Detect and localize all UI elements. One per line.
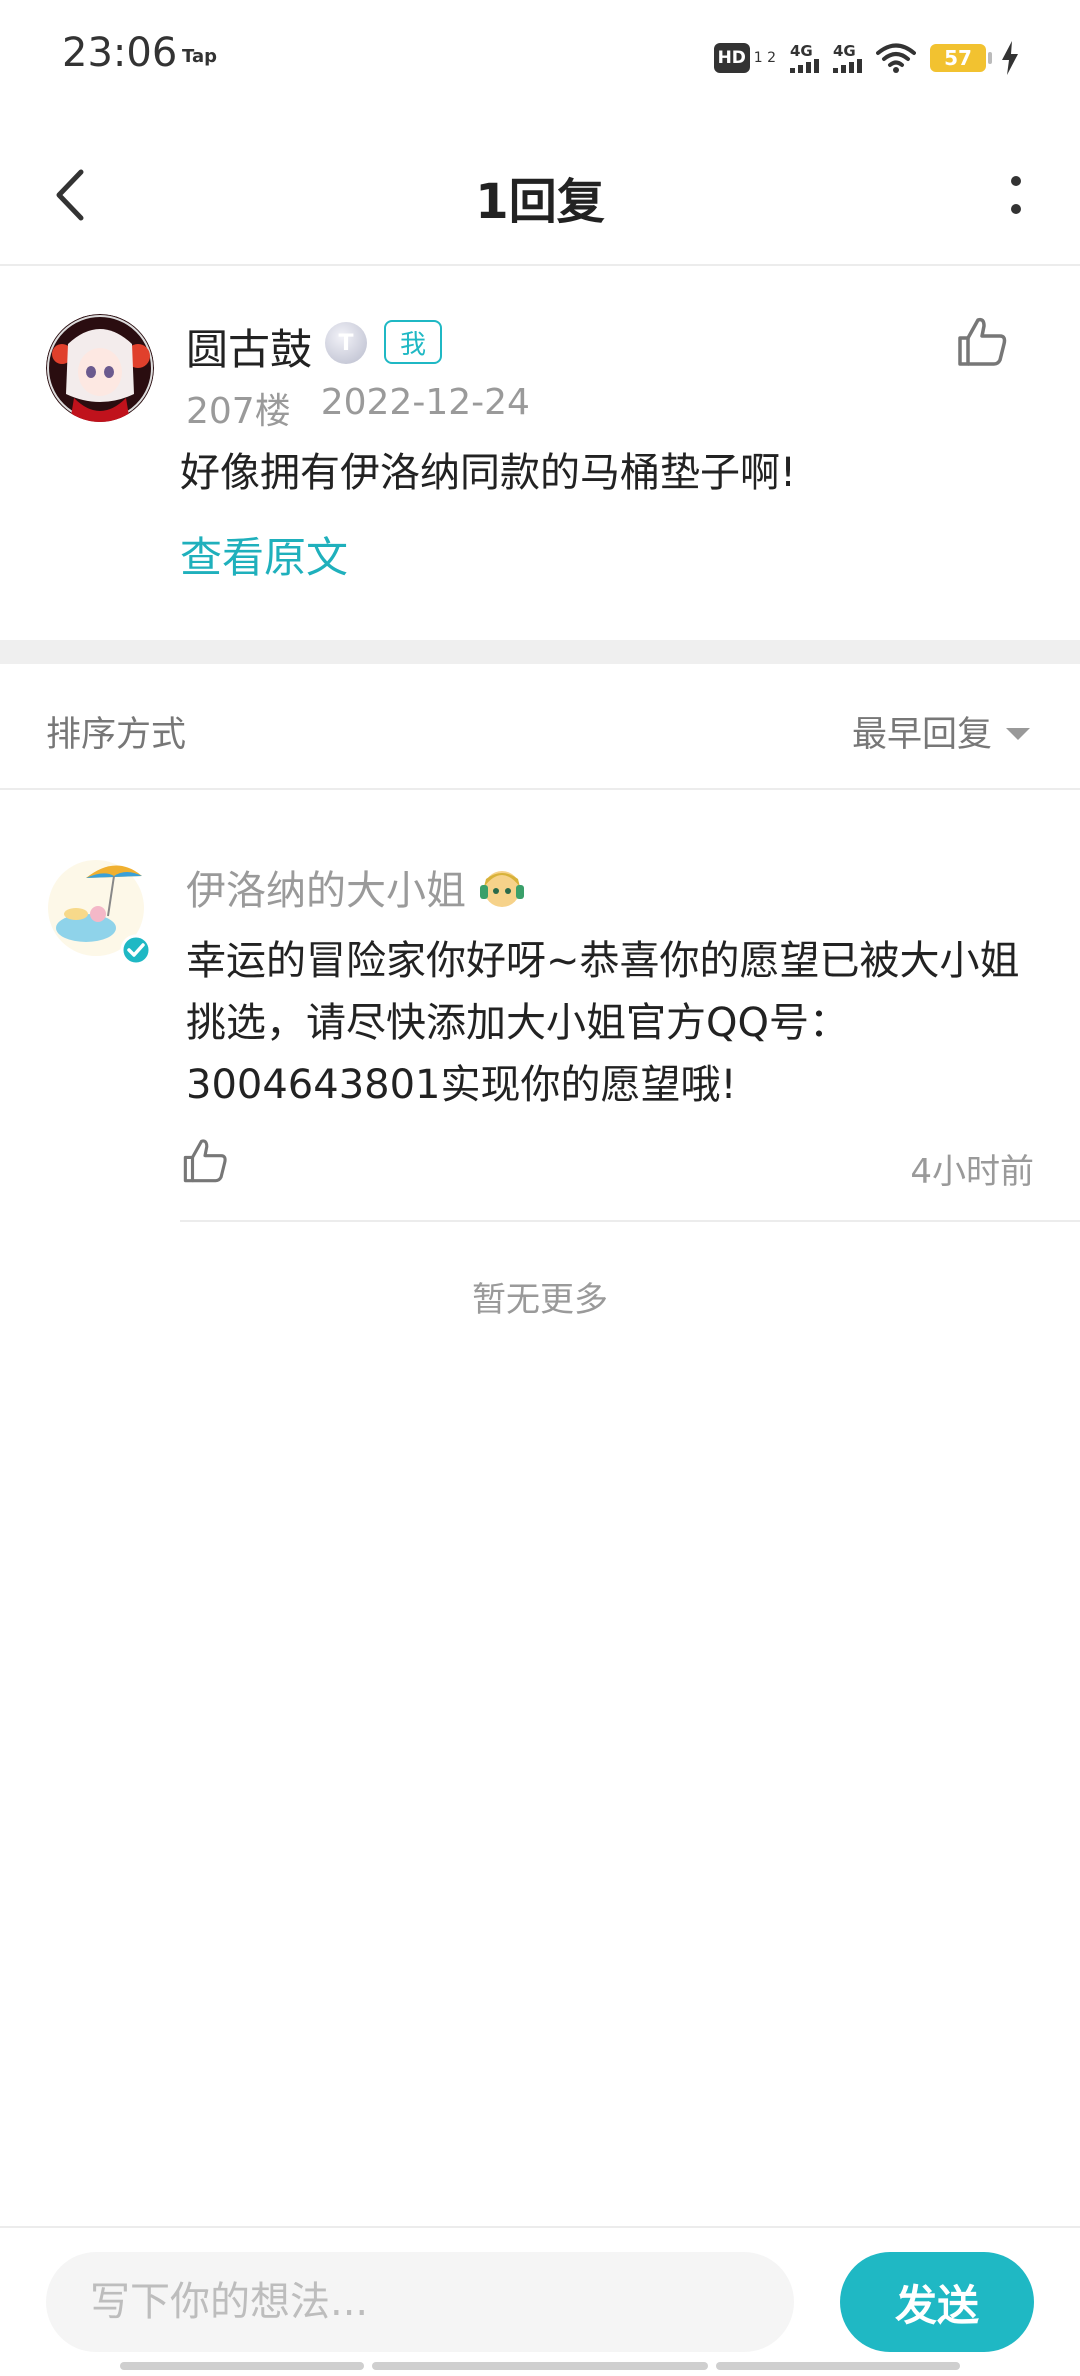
avatar-image [48,860,152,966]
character-badge-icon [480,871,524,907]
send-button[interactable]: 发送 [840,2252,1034,2352]
comment-input[interactable] [46,2252,794,2352]
reply-author[interactable]: 伊洛纳的大小姐 [186,858,526,916]
avatar[interactable] [46,314,154,422]
thumbs-up-icon [183,1139,227,1183]
more-button[interactable] [986,160,1046,230]
floor-number: 207楼 [186,391,291,432]
status-time: 23:06 [62,30,178,76]
hd-sub-label: 1 2 [753,49,776,66]
more-vertical-icon [1011,176,1021,214]
divider [0,788,1080,790]
caret-down-icon [1006,727,1030,740]
battery-icon: 57 [930,44,992,72]
section-divider [0,640,1080,664]
reply-content: 幸运的冒险家你好呀~恭喜你的愿望已被大小姐挑选，请尽快添加大小姐官方QQ号：30… [186,938,1020,1108]
nav-hint-bar [120,2362,364,2370]
reply-author-name: 伊洛纳的大小姐 [186,868,466,914]
post-content: 好像拥有伊洛纳同款的马桶垫子啊! [180,450,797,496]
thumbs-up-icon [958,317,1007,366]
nav-hint-bar [372,2362,708,2370]
network-label: 4G [833,42,856,60]
post-date: 2022-12-24 [320,382,530,423]
page-title: 1回复 [475,174,605,230]
signal-icon: 4G [790,43,819,73]
divider [180,1220,1080,1222]
level-badge-icon: T [325,322,367,364]
me-tag: 我 [384,320,442,364]
avatar[interactable] [46,856,154,966]
view-original-link[interactable]: 查看原文 [180,524,348,585]
avatar-image [46,314,154,422]
post-meta: 207楼 2022-12-24 [186,382,530,434]
divider [0,2226,1080,2228]
like-button[interactable] [954,314,1010,370]
network-label: 4G [790,42,813,60]
sort-dropdown[interactable]: 最早回复 [852,706,1030,757]
nav-hint-bar [716,2362,960,2370]
hd-icon: HD [713,43,750,73]
top-bar: 1回复 [0,130,1080,266]
no-more-label: 暂无更多 [472,1280,608,1320]
like-button[interactable] [180,1136,230,1186]
sort-label: 排序方式 [46,715,187,755]
sort-selected: 最早回复 [851,715,992,755]
reply-time: 4小时前 [910,1152,1034,1192]
wifi-icon [876,43,916,73]
signal-icon: 4G [833,43,862,73]
charging-icon [1002,41,1018,75]
status-icons: HD 1 2 4G 4G 57 [713,36,1020,80]
status-app-label: Tap [182,46,217,67]
post-author-name[interactable]: 圆古鼓 [186,316,312,377]
